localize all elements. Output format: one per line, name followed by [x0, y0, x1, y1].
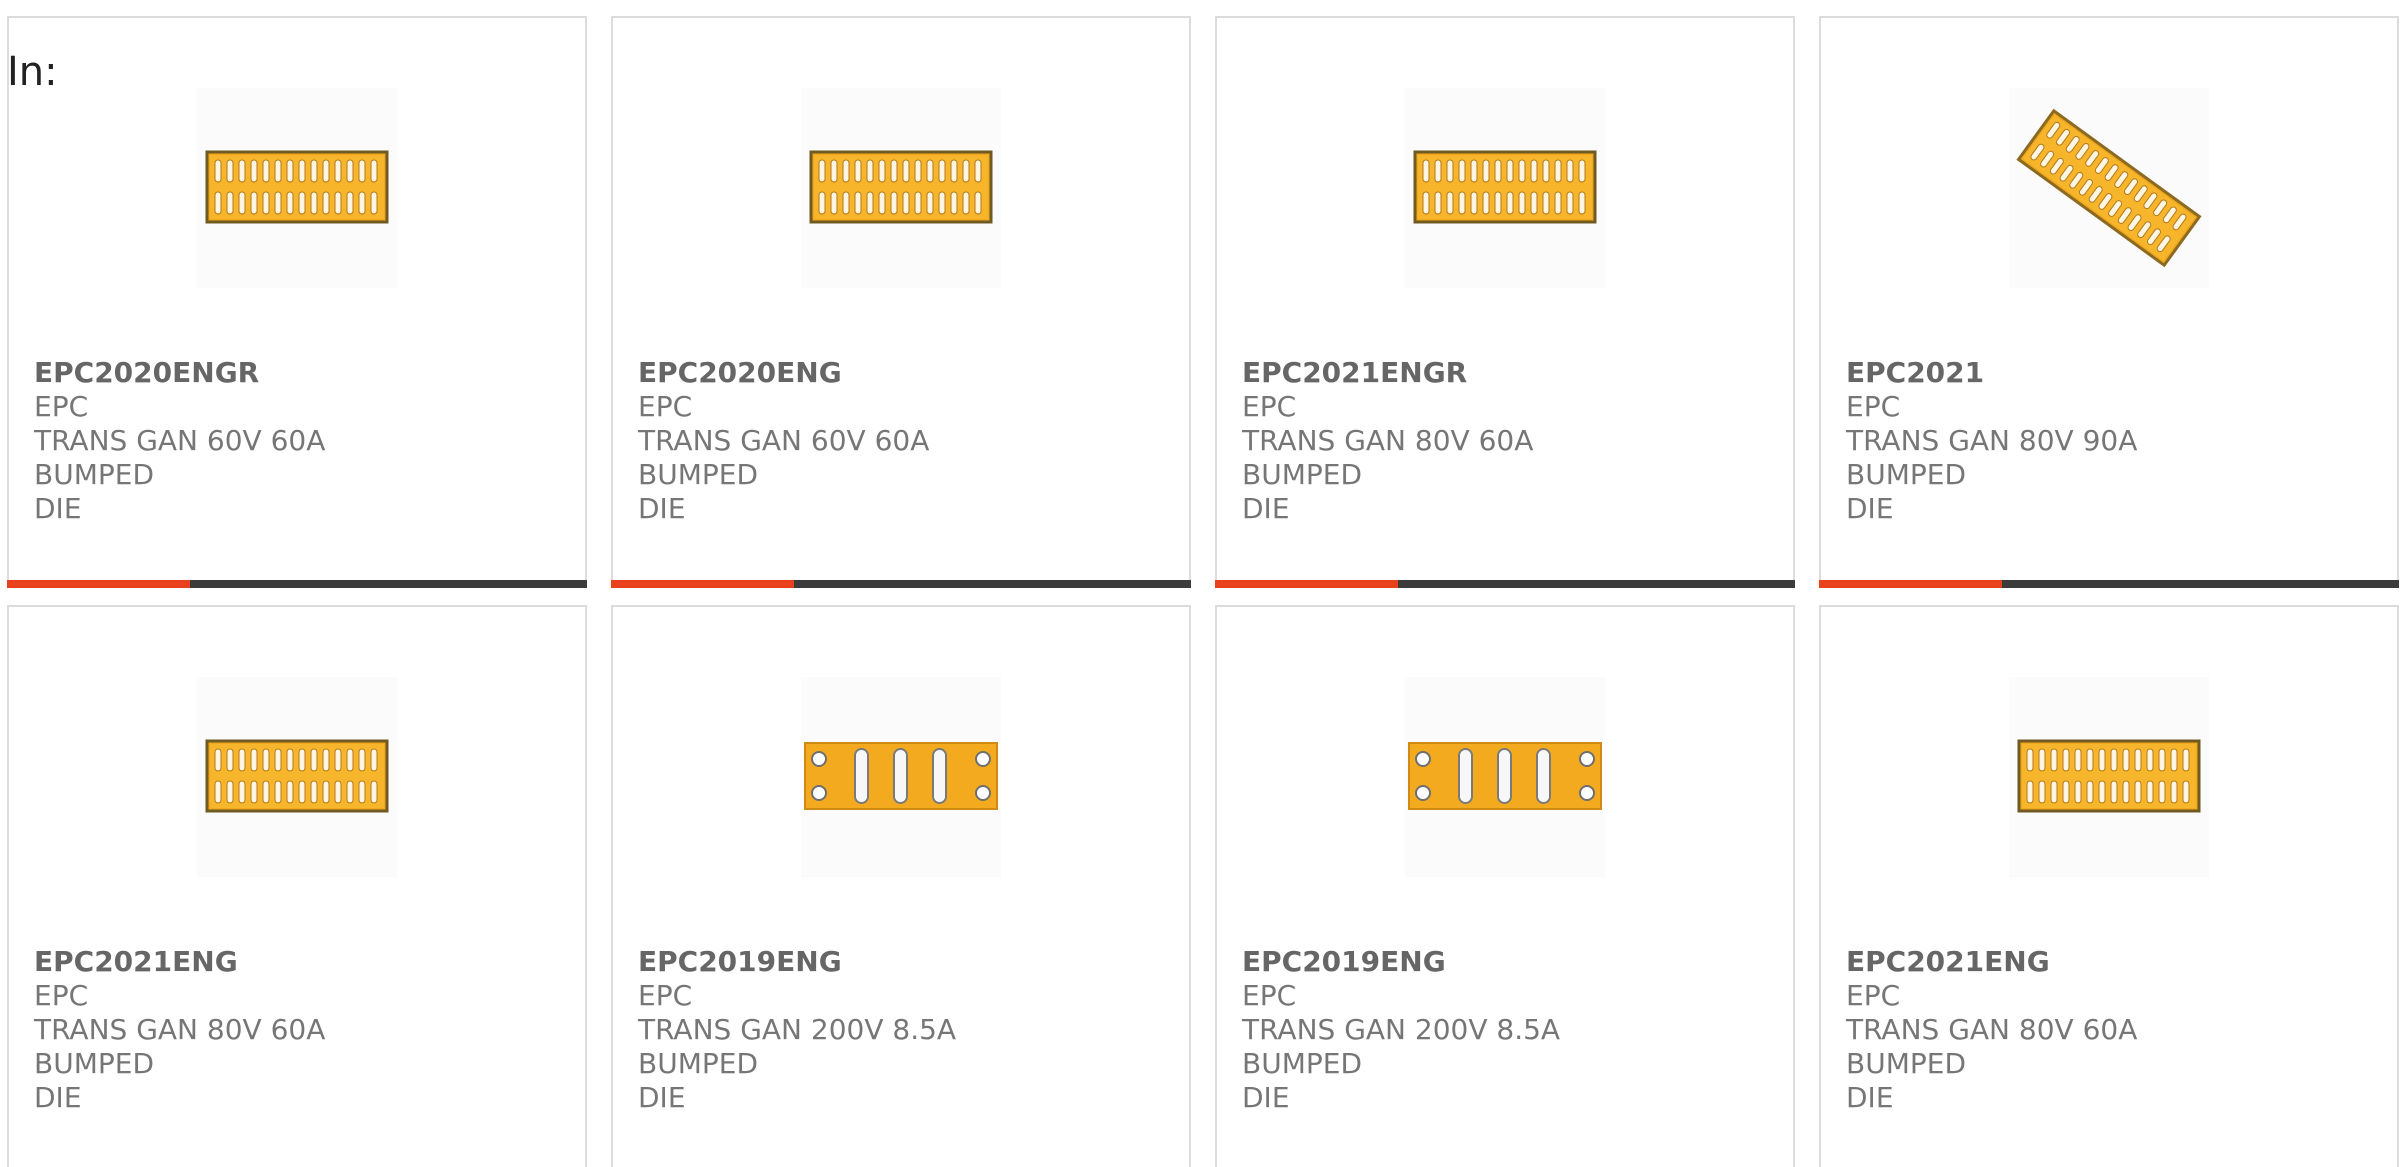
product-card[interactable]: EPC2021ENG EPC TRANS GAN 80V 60A BUMPED … [1819, 605, 2399, 1167]
bumped-die-grid-icon [197, 88, 397, 288]
part-number[interactable]: EPC2021ENG [34, 945, 454, 979]
description-line-2: DIE [1242, 1081, 1290, 1114]
card-accent-bar [611, 580, 1191, 588]
description-line-2: DIE [1846, 1081, 1894, 1114]
bumped-die-grid-icon [801, 88, 1001, 288]
product-image[interactable] [1405, 677, 1605, 877]
bumped-die-rotated-icon [2009, 88, 2209, 288]
manufacturer: EPC [1846, 979, 1901, 1012]
product-image[interactable] [197, 677, 397, 877]
product-card[interactable]: EPC2021 EPC TRANS GAN 80V 90A BUMPED DIE [1819, 16, 2399, 588]
description-line-1: TRANS GAN 60V 60A BUMPED [638, 424, 930, 491]
description-line-2: DIE [1242, 492, 1290, 525]
description-line-1: TRANS GAN 80V 60A BUMPED [34, 1013, 326, 1080]
card-accent-bar [1819, 580, 2399, 588]
card-accent-bar [7, 580, 587, 588]
description-line-2: DIE [34, 492, 82, 525]
product-image[interactable] [2009, 88, 2209, 288]
description-line-1: TRANS GAN 60V 60A BUMPED [34, 424, 326, 491]
product-info: EPC2019ENG EPC TRANS GAN 200V 8.5A BUMPE… [1242, 945, 1662, 1115]
description-line-2: DIE [1846, 492, 1894, 525]
part-number[interactable]: EPC2021 [1846, 356, 2266, 390]
product-image[interactable] [801, 677, 1001, 877]
part-number[interactable]: EPC2020ENGR [34, 356, 454, 390]
product-card[interactable]: EPC2020ENG EPC TRANS GAN 60V 60A BUMPED … [611, 16, 1191, 588]
manufacturer: EPC [638, 979, 693, 1012]
manufacturer: EPC [1242, 390, 1297, 423]
product-info: EPC2019ENG EPC TRANS GAN 200V 8.5A BUMPE… [638, 945, 1058, 1115]
product-info: EPC2021ENG EPC TRANS GAN 80V 60A BUMPED … [34, 945, 454, 1115]
product-card[interactable]: EPC2020ENGR EPC TRANS GAN 60V 60A BUMPED… [7, 16, 587, 588]
product-info: EPC2021ENG EPC TRANS GAN 80V 60A BUMPED … [1846, 945, 2266, 1115]
bumped-die-grid-icon [2009, 677, 2209, 877]
part-number[interactable]: EPC2021ENG [1846, 945, 2266, 979]
bumped-die-small-icon [1405, 677, 1605, 877]
description-line-1: TRANS GAN 80V 60A BUMPED [1242, 424, 1534, 491]
description-line-1: TRANS GAN 200V 8.5A BUMPED [638, 1013, 957, 1080]
product-info: EPC2021 EPC TRANS GAN 80V 90A BUMPED DIE [1846, 356, 2266, 526]
manufacturer: EPC [1846, 390, 1901, 423]
product-card[interactable]: EPC2019ENG EPC TRANS GAN 200V 8.5A BUMPE… [611, 605, 1191, 1167]
product-image[interactable] [2009, 677, 2209, 877]
product-image[interactable] [801, 88, 1001, 288]
product-info: EPC2020ENGR EPC TRANS GAN 60V 60A BUMPED… [34, 356, 454, 526]
product-image[interactable] [197, 88, 397, 288]
bumped-die-grid-icon [1405, 88, 1605, 288]
description-line-2: DIE [638, 492, 686, 525]
description-line-1: TRANS GAN 80V 90A BUMPED [1846, 424, 2138, 491]
product-grid: EPC2020ENGR EPC TRANS GAN 60V 60A BUMPED… [0, 0, 2400, 1167]
product-card[interactable]: EPC2019ENG EPC TRANS GAN 200V 8.5A BUMPE… [1215, 605, 1795, 1167]
manufacturer: EPC [34, 979, 89, 1012]
card-accent-bar-fill [611, 580, 794, 588]
bumped-die-small-icon [801, 677, 1001, 877]
manufacturer: EPC [638, 390, 693, 423]
product-info: EPC2020ENG EPC TRANS GAN 60V 60A BUMPED … [638, 356, 1058, 526]
description-line-1: TRANS GAN 80V 60A BUMPED [1846, 1013, 2138, 1080]
product-card[interactable]: EPC2021ENG EPC TRANS GAN 80V 60A BUMPED … [7, 605, 587, 1167]
card-accent-bar-fill [7, 580, 190, 588]
filter-in-label: In: [7, 49, 58, 95]
bumped-die-grid-icon [197, 677, 397, 877]
product-card[interactable]: EPC2021ENGR EPC TRANS GAN 80V 60A BUMPED… [1215, 16, 1795, 588]
card-accent-bar-fill [1215, 580, 1398, 588]
product-info: EPC2021ENGR EPC TRANS GAN 80V 60A BUMPED… [1242, 356, 1662, 526]
manufacturer: EPC [1242, 979, 1297, 1012]
part-number[interactable]: EPC2019ENG [638, 945, 1058, 979]
product-results-page: In: EPC2020ENGR EPC TRANS GAN 60V 60A BU… [0, 0, 2400, 1167]
product-image[interactable] [1405, 88, 1605, 288]
description-line-1: TRANS GAN 200V 8.5A BUMPED [1242, 1013, 1561, 1080]
manufacturer: EPC [34, 390, 89, 423]
card-accent-bar [1215, 580, 1795, 588]
description-line-2: DIE [638, 1081, 686, 1114]
card-accent-bar-fill [1819, 580, 2002, 588]
part-number[interactable]: EPC2020ENG [638, 356, 1058, 390]
part-number[interactable]: EPC2019ENG [1242, 945, 1662, 979]
description-line-2: DIE [34, 1081, 82, 1114]
part-number[interactable]: EPC2021ENGR [1242, 356, 1662, 390]
